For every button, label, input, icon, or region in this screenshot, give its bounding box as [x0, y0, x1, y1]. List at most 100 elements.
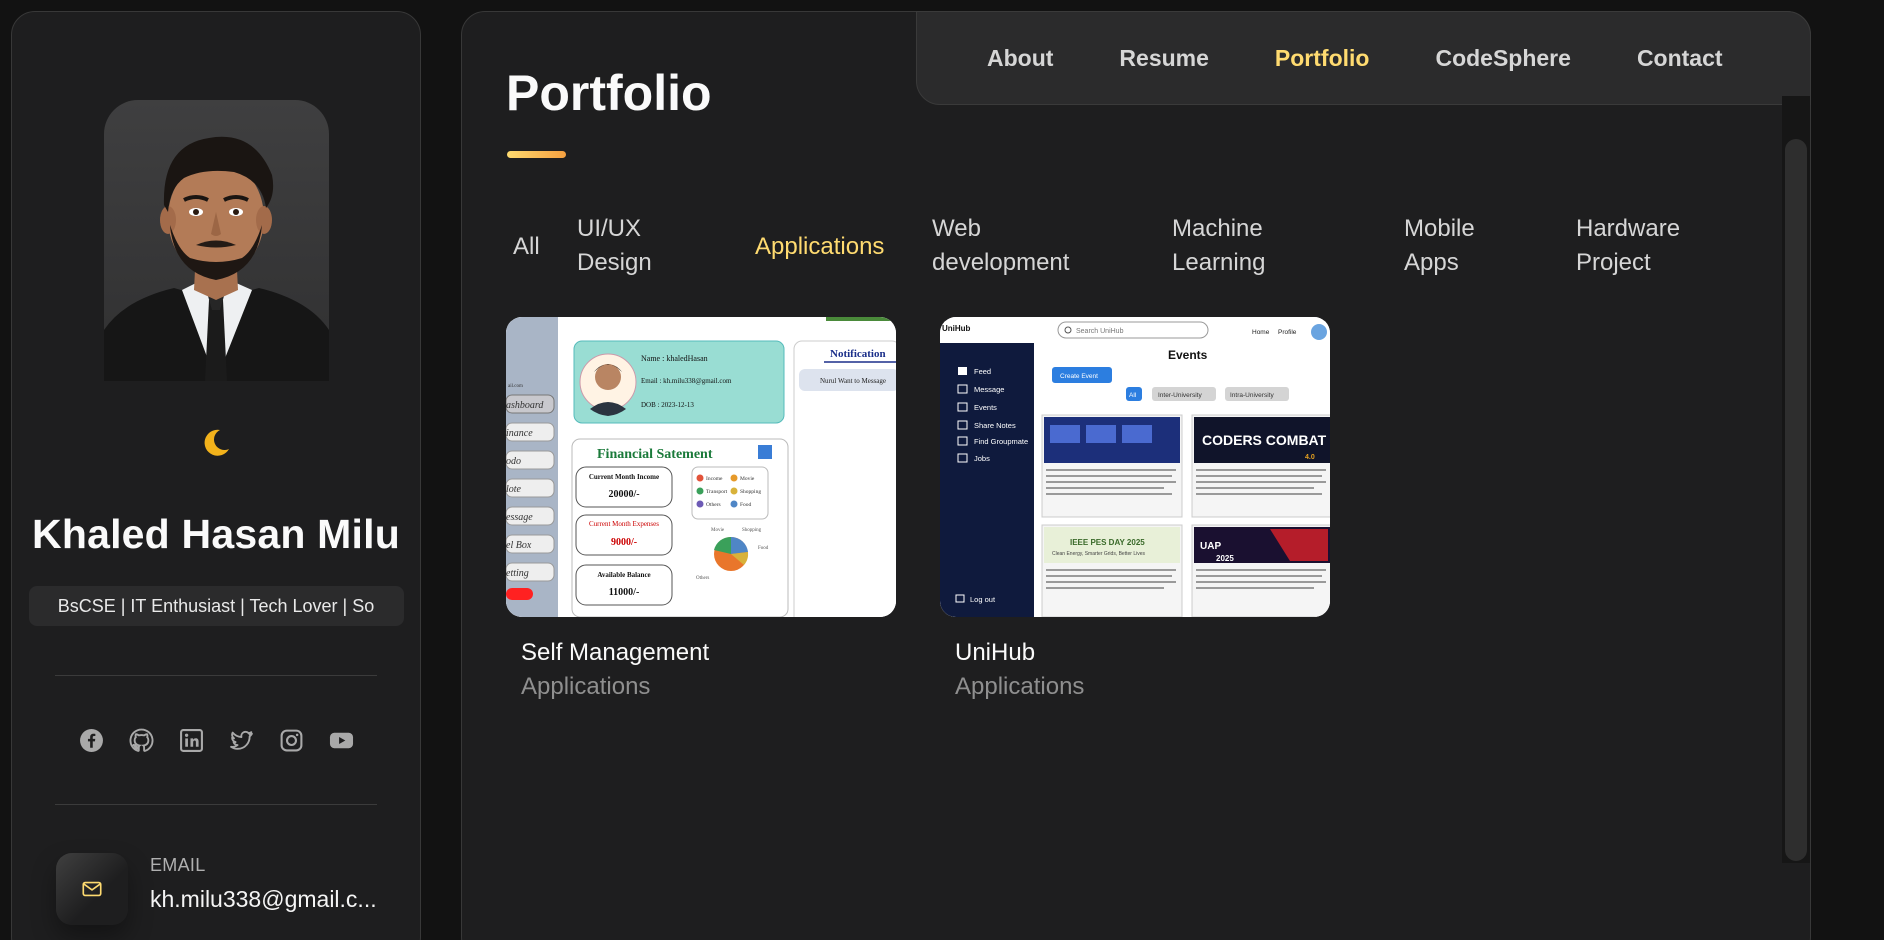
nav-about[interactable]: About — [987, 45, 1053, 72]
filter-label: Mobile — [1404, 215, 1475, 242]
portfolio-filters: All UI/UX Design Applications Web develo… — [462, 212, 1810, 292]
svg-text:Notification: Notification — [830, 348, 886, 360]
filter-label: Applications — [755, 233, 885, 260]
nav-portfolio[interactable]: Portfolio — [1275, 45, 1370, 72]
youtube-icon[interactable] — [329, 728, 354, 753]
svg-text:Available Balance: Available Balance — [597, 571, 650, 579]
facebook-icon[interactable] — [79, 728, 104, 753]
svg-text:UniHub: UniHub — [942, 324, 971, 333]
svg-text:Income: Income — [706, 476, 723, 482]
filter-label: Learning — [1172, 249, 1266, 276]
svg-text:Food: Food — [740, 502, 752, 508]
project-thumbnail: ail.com ashboard inance odo lote essage … — [506, 317, 896, 617]
svg-text:ashboard: ashboard — [506, 400, 544, 411]
filter-ui-ux-design[interactable]: UI/UX Design — [577, 212, 652, 280]
filter-machine-learning[interactable]: Machine Learning — [1172, 212, 1265, 280]
svg-text:UAP: UAP — [1200, 541, 1221, 552]
svg-text:Home: Home — [1252, 329, 1270, 336]
avatar-portrait-image — [103, 136, 329, 381]
top-navbar: About Resume Portfolio CodeSphere Contac… — [916, 11, 1811, 105]
svg-text:inance: inance — [506, 428, 533, 439]
svg-text:Feed: Feed — [974, 367, 991, 376]
svg-text:Message: Message — [974, 385, 1004, 394]
project-card-unihub[interactable]: UniHub Search UniHub Home Profile Feed M… — [940, 317, 1330, 701]
main-content: About Resume Portfolio CodeSphere Contac… — [461, 11, 1811, 940]
avatar — [103, 100, 329, 381]
contact-label: EMAIL — [150, 855, 206, 875]
project-category: Applications — [521, 673, 651, 700]
moon-icon — [204, 429, 229, 456]
nav-codesphere[interactable]: CodeSphere — [1435, 45, 1570, 72]
project-thumbnail: UniHub Search UniHub Home Profile Feed M… — [940, 317, 1330, 617]
svg-text:Current Month Income: Current Month Income — [589, 473, 659, 481]
email-link[interactable]: kh.milu338@gmail.c... — [150, 886, 377, 913]
svg-text:Find Groupmate: Find Groupmate — [974, 437, 1028, 446]
filter-hardware-project[interactable]: Hardware Project — [1576, 212, 1680, 280]
project-title: Self Management — [521, 639, 710, 666]
svg-text:Clean Energy, Smarter Grids, B: Clean Energy, Smarter Grids, Better Live… — [1052, 551, 1145, 557]
twitter-icon[interactable] — [229, 728, 254, 753]
svg-text:Email : kh.milu338@gmail.com: Email : kh.milu338@gmail.com — [641, 377, 732, 385]
svg-text:Intra-University: Intra-University — [1230, 392, 1274, 399]
svg-text:11000/-: 11000/- — [609, 587, 640, 598]
linkedin-icon[interactable] — [179, 728, 204, 753]
svg-text:Others: Others — [696, 576, 709, 581]
github-icon[interactable] — [129, 728, 154, 753]
svg-text:ail.com: ail.com — [508, 384, 523, 389]
filter-label: Hardware — [1576, 215, 1681, 242]
svg-text:Profile: Profile — [1278, 329, 1297, 336]
svg-text:DOB : 2023-12-13: DOB : 2023-12-13 — [641, 401, 694, 409]
svg-text:Inter-University: Inter-University — [1158, 392, 1202, 399]
svg-text:Share Notes: Share Notes — [974, 421, 1016, 430]
svg-text:Food: Food — [758, 546, 769, 551]
svg-text:Jobs: Jobs — [974, 454, 990, 463]
theme-toggle-button[interactable] — [196, 423, 236, 463]
svg-text:2025: 2025 — [1216, 554, 1234, 563]
svg-text:Financial Satement: Financial Satement — [597, 447, 713, 462]
filter-mobile-apps[interactable]: Mobile Apps — [1404, 212, 1475, 280]
svg-text:Log out: Log out — [970, 595, 996, 604]
title-underline — [507, 151, 566, 158]
profile-sidebar: Khaled Hasan Milu BsCSE | IT Enthusiast … — [11, 11, 421, 940]
svg-text:20000/-: 20000/- — [608, 489, 639, 500]
divider — [55, 804, 377, 805]
svg-text:4.0: 4.0 — [1305, 454, 1315, 461]
contact-email: EMAIL kh.milu338@gmail.c... — [56, 853, 420, 925]
instagram-icon[interactable] — [279, 728, 304, 753]
profile-name: Khaled Hasan Milu — [32, 511, 400, 557]
svg-text:Nurul Want to Message: Nurul Want to Message — [820, 377, 886, 385]
filter-label: UI/UX — [577, 215, 642, 242]
nav-resume[interactable]: Resume — [1119, 45, 1208, 72]
svg-text:Transport: Transport — [706, 489, 728, 495]
filter-label: Web — [932, 215, 981, 242]
svg-text:CODERS COMBAT: CODERS COMBAT — [1202, 432, 1327, 448]
svg-text:odo: odo — [506, 456, 521, 467]
svg-text:9000/-: 9000/- — [611, 537, 637, 548]
filter-label: Machine — [1172, 215, 1263, 242]
filter-label: Apps — [1404, 249, 1459, 276]
project-title: UniHub — [955, 639, 1036, 666]
svg-text:All: All — [1129, 392, 1137, 399]
nav-contact[interactable]: Contact — [1637, 45, 1723, 72]
svg-text:lote: lote — [506, 484, 522, 495]
filter-web-development[interactable]: Web development — [932, 212, 1069, 280]
svg-text:Events: Events — [974, 403, 997, 412]
scrollbar-thumb[interactable] — [1785, 139, 1807, 861]
svg-text:essage: essage — [506, 512, 533, 523]
profile-title-badge: BsCSE | IT Enthusiast | Tech Lover | So — [28, 586, 404, 626]
svg-text:Name : khaledHasan: Name : khaledHasan — [641, 354, 708, 363]
page-title: Portfolio — [506, 65, 712, 121]
svg-text:Search UniHub: Search UniHub — [1076, 328, 1124, 335]
svg-text:Movie: Movie — [740, 476, 755, 482]
social-links — [12, 676, 420, 804]
filter-label: development — [932, 249, 1070, 276]
filter-label: Design — [577, 249, 652, 276]
svg-text:Shopping: Shopping — [740, 489, 761, 495]
svg-text:Create Event: Create Event — [1060, 373, 1098, 380]
svg-text:el Box: el Box — [506, 540, 532, 551]
project-card-self-management[interactable]: ail.com ashboard inance odo lote essage … — [506, 317, 896, 701]
filter-all[interactable]: All — [513, 230, 540, 264]
svg-text:Movie: Movie — [711, 528, 725, 533]
svg-text:IEEE PES DAY 2025: IEEE PES DAY 2025 — [1070, 538, 1145, 547]
filter-applications[interactable]: Applications — [755, 230, 884, 264]
